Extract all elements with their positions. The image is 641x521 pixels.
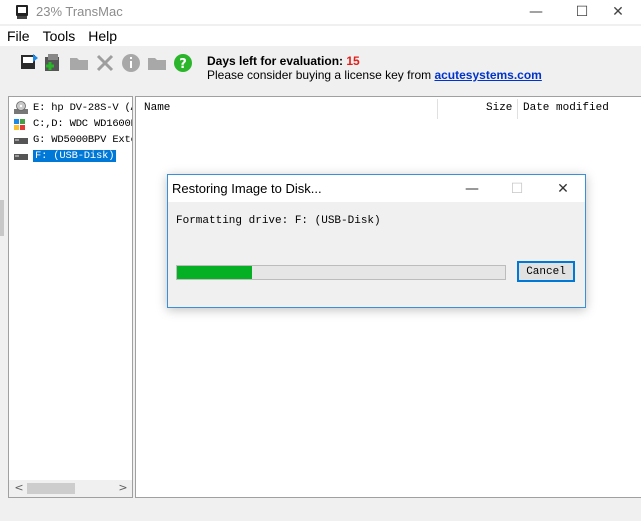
column-header-size[interactable]: Size bbox=[486, 102, 512, 114]
menu-file[interactable]: File bbox=[0, 26, 36, 46]
tree-horizontal-scrollbar[interactable]: < > bbox=[8, 480, 133, 498]
svg-text:?: ? bbox=[179, 57, 187, 72]
license-text: Please consider buying a license key fro… bbox=[207, 68, 435, 82]
add-icon[interactable] bbox=[42, 52, 64, 74]
license-line: Please consider buying a license key fro… bbox=[207, 68, 542, 82]
dialog-title-bar: Restoring Image to Disk... — ☐ ✕ bbox=[168, 175, 585, 202]
title-bar: 23% TransMac — ☐ ✕ bbox=[0, 0, 641, 24]
dialog-minimize-button[interactable]: — bbox=[450, 175, 494, 202]
column-header-name[interactable]: Name bbox=[144, 102, 170, 114]
progress-fill bbox=[177, 266, 252, 279]
hard-disk-icon bbox=[14, 119, 25, 130]
evaluation-days-label: Days left for evaluation: bbox=[207, 54, 347, 68]
usb-disk-icon bbox=[14, 154, 28, 160]
evaluation-notice: Days left for evaluation: 15 Please cons… bbox=[207, 54, 542, 82]
menu-bar: File Tools Help bbox=[0, 26, 641, 46]
window-edge bbox=[0, 200, 4, 236]
menu-help[interactable]: Help bbox=[81, 26, 123, 46]
drive-item-f[interactable]: F: (USB-Disk) bbox=[13, 148, 117, 164]
drive-item-e[interactable]: E: hp DV-28S-V (ATAPI) bbox=[13, 100, 132, 116]
scroll-thumb[interactable] bbox=[27, 483, 75, 494]
new-folder-icon[interactable] bbox=[146, 52, 168, 74]
column-header-date[interactable]: Date modified bbox=[523, 102, 609, 114]
status-bar bbox=[0, 500, 641, 521]
evaluation-days-line: Days left for evaluation: 15 bbox=[207, 54, 542, 68]
column-separator[interactable] bbox=[517, 99, 518, 119]
drive-label: E: hp DV-28S-V (ATAPI) bbox=[33, 102, 132, 114]
window-title: 23% TransMac bbox=[36, 4, 123, 19]
usb-disk-icon bbox=[14, 138, 28, 144]
drive-tree[interactable]: E: hp DV-28S-V (ATAPI) C:,D: WDC WD1600B… bbox=[8, 96, 133, 498]
acutesystems-link[interactable]: acutesystems.com bbox=[434, 68, 541, 82]
scroll-left-icon[interactable]: < bbox=[11, 481, 27, 494]
dialog-close-button[interactable]: ✕ bbox=[541, 175, 585, 202]
minimize-button[interactable]: — bbox=[513, 0, 559, 24]
cd-drive-icon bbox=[14, 101, 28, 114]
dialog-title: Restoring Image to Disk... bbox=[172, 181, 322, 196]
delete-icon[interactable] bbox=[94, 52, 116, 74]
drive-item-g[interactable]: G: WD5000BPV External bbox=[13, 132, 132, 148]
drive-label: F: (USB-Disk) bbox=[33, 150, 117, 162]
disk-image-icon[interactable] bbox=[18, 52, 40, 74]
transmac-app-icon bbox=[16, 5, 28, 19]
dialog-message: Formatting drive: F: (USB-Disk) bbox=[176, 215, 381, 227]
dialog-maximize-button: ☐ bbox=[510, 180, 524, 197]
column-separator[interactable] bbox=[437, 99, 438, 119]
restore-dialog: Restoring Image to Disk... — ☐ ✕ Formatt… bbox=[167, 174, 586, 308]
info-icon[interactable] bbox=[120, 52, 142, 74]
help-icon[interactable]: ? bbox=[172, 52, 194, 74]
progress-bar bbox=[176, 265, 506, 280]
drive-label: G: WD5000BPV External bbox=[33, 134, 132, 146]
cancel-button[interactable]: Cancel bbox=[517, 261, 575, 282]
menu-tools[interactable]: Tools bbox=[36, 26, 82, 46]
scroll-right-icon[interactable]: > bbox=[115, 481, 131, 494]
drive-item-c[interactable]: C:,D: WDC WD1600BEVS bbox=[13, 116, 132, 132]
drive-label: C:,D: WDC WD1600BEVS bbox=[33, 118, 132, 130]
folder-icon[interactable] bbox=[68, 52, 90, 74]
evaluation-days-value: 15 bbox=[346, 54, 360, 68]
close-button[interactable]: ✕ bbox=[595, 0, 641, 24]
